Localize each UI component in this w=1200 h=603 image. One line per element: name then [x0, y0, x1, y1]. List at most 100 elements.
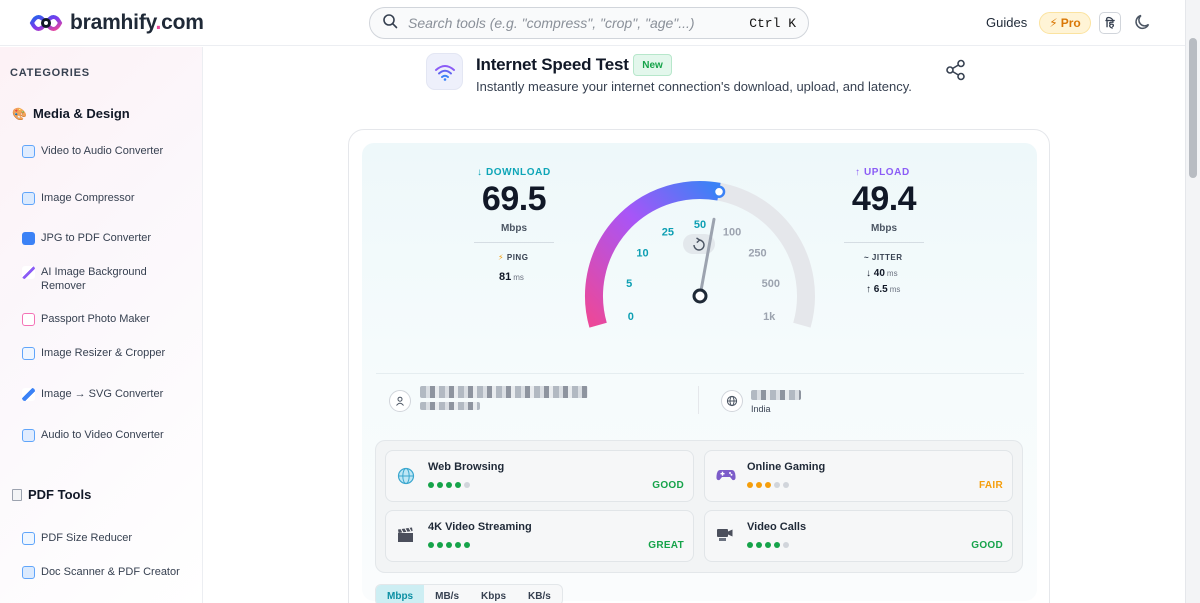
quality-card-video-calls: Video Calls GOOD: [704, 510, 1013, 562]
quality-dots: [428, 482, 470, 488]
scanner-icon: [22, 566, 35, 579]
scrollbar-thumb[interactable]: [1189, 38, 1197, 178]
bolt-icon: ⚡: [498, 253, 505, 262]
categories-title: CATEGORIES: [10, 67, 90, 79]
unit-option-kbps[interactable]: Kbps: [470, 585, 517, 603]
unit-option-mbps[interactable]: Mbps: [376, 585, 425, 603]
page-title: Internet Speed Test: [476, 55, 629, 74]
wifi-icon: [426, 53, 463, 90]
sidebar-item-image-compressor[interactable]: Image Compressor: [22, 191, 192, 205]
pen-icon: [22, 388, 35, 401]
quality-rating: GREAT: [648, 540, 684, 551]
needle-hub: [692, 288, 708, 304]
search-shortcut: Ctrl K: [749, 15, 796, 31]
moon-icon[interactable]: [1134, 13, 1152, 36]
gauge-scale-label: 500: [762, 278, 780, 290]
section-media-design[interactable]: 🎨 Media & Design: [12, 106, 130, 121]
download-value: 69.5: [481, 180, 547, 218]
gauge-scale-label: 5: [626, 278, 632, 290]
pdf-icon: [22, 532, 35, 545]
video-file-icon: [22, 429, 35, 442]
country-label: India: [751, 404, 771, 414]
globe-icon: [721, 390, 743, 412]
isp-ip-redacted: [420, 402, 480, 410]
upload-unit: Mbps: [870, 223, 898, 234]
sidebar-item-pdf-size-reducer[interactable]: PDF Size Reducer: [22, 531, 192, 545]
gauge-scale-label: 0: [628, 311, 634, 323]
sidebar-item-image-to-svg[interactable]: Image → SVG Converter: [22, 387, 192, 401]
sidebar-item-passport-photo[interactable]: Passport Photo Maker: [22, 312, 192, 326]
ping-value: 81 ms: [499, 271, 524, 283]
quality-dots: [747, 542, 789, 548]
pro-button[interactable]: ⚡ Pro: [1039, 12, 1091, 34]
upload-divider: [844, 242, 924, 243]
search-bar[interactable]: Ctrl K: [369, 7, 809, 39]
gauge-scale-label: 1k: [763, 311, 776, 323]
pdf-file-icon: [22, 232, 35, 245]
sidebar-item-doc-scanner[interactable]: Doc Scanner & PDF Creator: [22, 565, 192, 579]
quality-name: Online Gaming: [747, 461, 826, 473]
connection-info: [376, 373, 1024, 429]
download-divider: [474, 242, 554, 243]
sidebar-item-image-resizer[interactable]: Image Resizer & Cropper: [22, 346, 192, 360]
unit-option-kb-s[interactable]: KB/s: [517, 585, 562, 603]
quality-name: Web Browsing: [428, 461, 505, 473]
clapper-icon: [397, 527, 415, 547]
new-badge: New: [633, 54, 672, 76]
sidebar-item-jpg-to-pdf[interactable]: JPG to PDF Converter: [22, 231, 192, 245]
isp-name-redacted: [420, 386, 588, 398]
quality-card-online-gaming: Online Gaming FAIR: [704, 450, 1013, 502]
quality-name: 4K Video Streaming: [428, 521, 532, 533]
upload-value: 49.4: [851, 180, 917, 218]
portrait-icon: [22, 313, 35, 326]
section-pdf-tools[interactable]: PDF Tools: [12, 487, 91, 502]
logo-mark-icon: [26, 8, 66, 38]
guides-link[interactable]: Guides: [986, 15, 1027, 30]
user-icon: [389, 390, 411, 412]
unit-selector: Mbps MB/s Kbps KB/s: [375, 584, 563, 603]
search-input[interactable]: [408, 15, 750, 31]
jitter-up: ↑ 6.5 ms: [866, 284, 901, 295]
image-icon: [22, 192, 35, 205]
quality-rating: FAIR: [979, 480, 1003, 491]
jitter-down: ↓ 40 ms: [866, 268, 898, 279]
download-unit: Mbps: [500, 223, 528, 234]
quality-card-web-browsing: Web Browsing GOOD: [385, 450, 694, 502]
document-icon: [12, 488, 22, 501]
gauge-scale-label: 50: [694, 219, 706, 231]
sidebar: CATEGORIES 🎨 Media & Design Video to Aud…: [0, 47, 203, 603]
sidebar-item-bg-remover[interactable]: AI Image Background Remover: [22, 265, 192, 293]
search-icon: [382, 13, 398, 34]
palette-icon: 🎨: [12, 106, 27, 121]
magic-wand-icon: [22, 266, 35, 279]
music-file-icon: [22, 145, 35, 158]
brand-logo[interactable]: bramhify.com: [26, 8, 204, 38]
city-redacted: [751, 390, 801, 400]
top-header: bramhify.com Ctrl K Guides ⚡Pro हि: [0, 0, 1185, 46]
globe-icon: [397, 467, 415, 489]
gauge-scale-label: 250: [748, 248, 766, 260]
gauge-scale-label: 25: [662, 227, 674, 239]
sidebar-item-audio-to-video[interactable]: Audio to Video Converter: [22, 428, 192, 442]
quality-dots: [747, 482, 789, 488]
share-icon[interactable]: [945, 59, 967, 86]
crop-icon: [22, 347, 35, 360]
quality-rating: GOOD: [971, 540, 1003, 551]
quality-name: Video Calls: [747, 521, 807, 533]
page-subtitle: Instantly measure your internet connecti…: [476, 79, 912, 94]
sidebar-item-video-to-audio[interactable]: Video to Audio Converter: [22, 144, 192, 158]
quality-rating: GOOD: [652, 480, 684, 491]
bolt-icon: ⚡: [1049, 16, 1058, 30]
video-call-icon: [716, 527, 734, 547]
unit-option-mb-s[interactable]: MB/s: [424, 585, 470, 603]
speed-gauge: 0 5 10 25 50 100 250 500 1k: [585, 181, 815, 328]
gauge-progress: [585, 181, 721, 328]
quality-dots: [428, 542, 470, 548]
language-toggle[interactable]: हि: [1099, 12, 1121, 34]
brand-name: bramhify.com: [70, 11, 204, 34]
quality-card-4k-streaming: 4K Video Streaming GREAT: [385, 510, 694, 562]
upload-label: ↑ UPLOAD: [855, 167, 910, 178]
gamepad-icon: [716, 467, 736, 487]
jitter-label: ~ JITTER: [864, 253, 903, 262]
page-scrollbar[interactable]: [1185, 0, 1200, 603]
